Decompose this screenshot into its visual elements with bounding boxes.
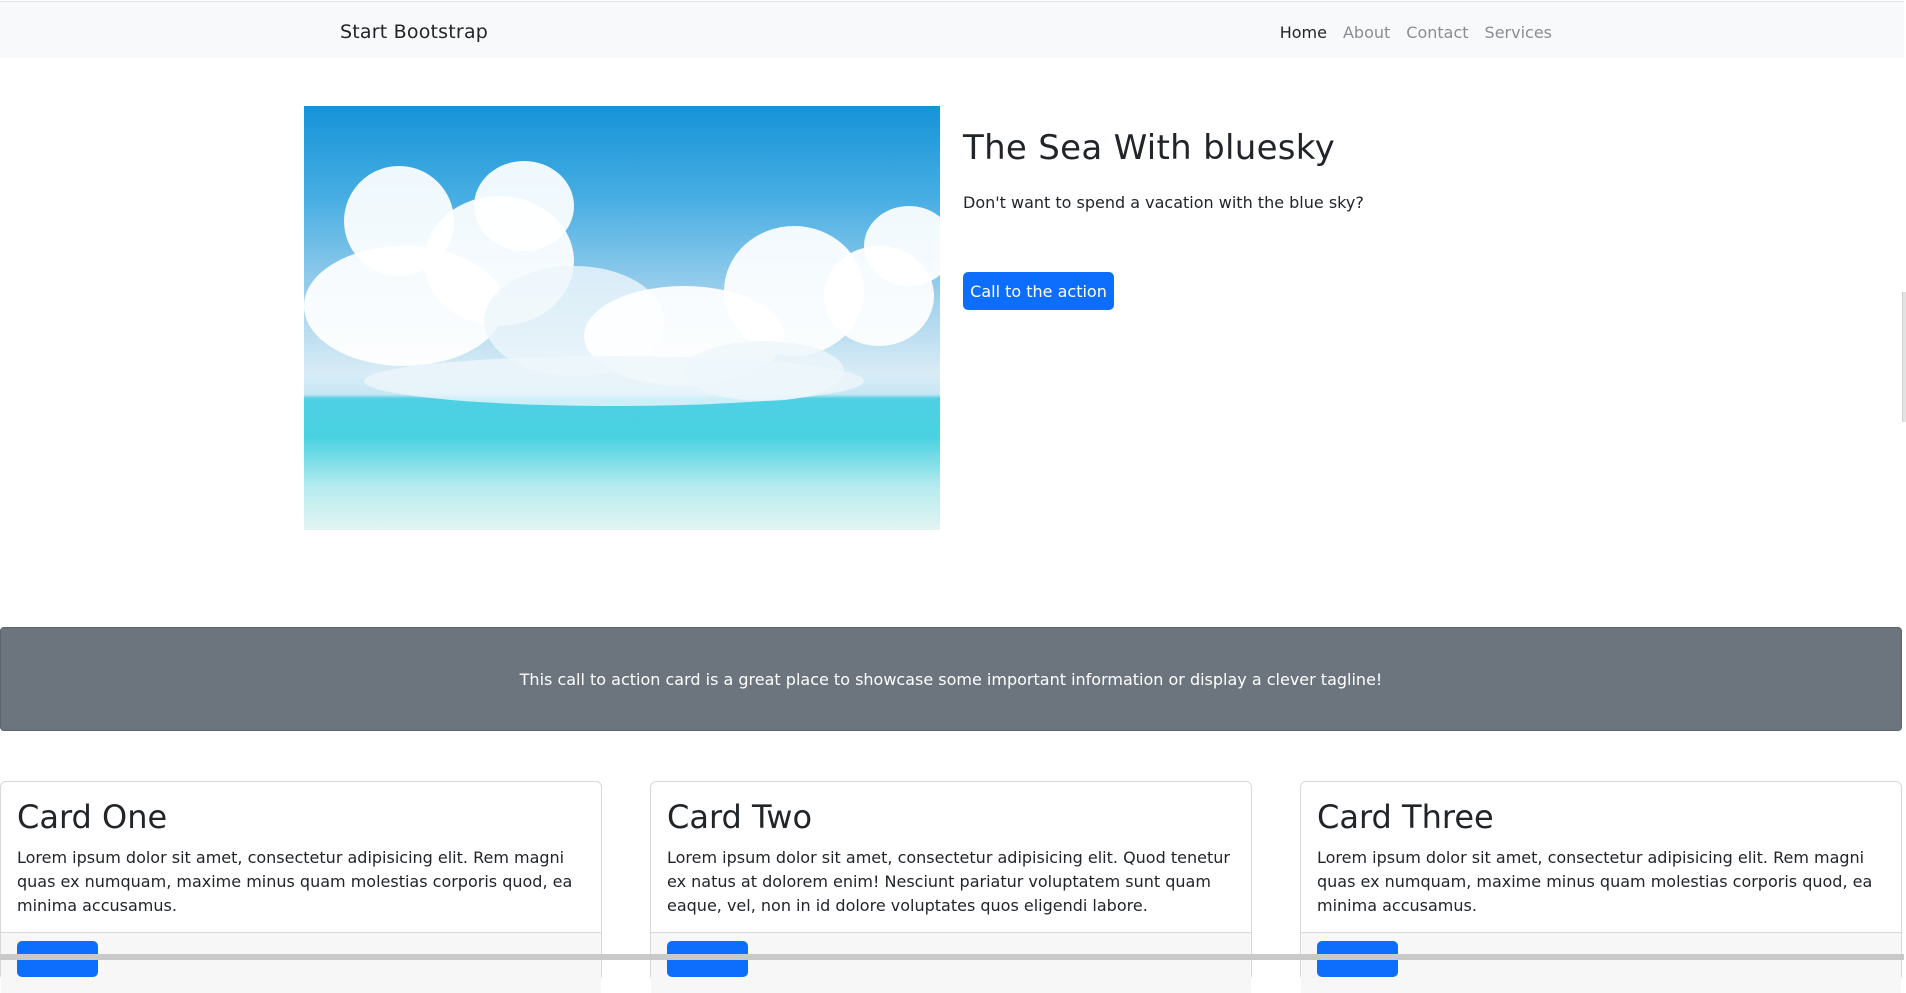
call-to-action-button[interactable]: Call to the action [963,272,1114,310]
navbar: Start Bootstrap Home About Contact Servi… [0,1,1904,58]
hero-image [304,106,940,530]
call-to-action-card: This call to action card is a great plac… [0,627,1902,731]
horizontal-scrollbar[interactable] [0,954,1904,960]
card-text: Lorem ipsum dolor sit amet, consectetur … [1317,848,1873,915]
card-one: Card One Lorem ipsum dolor sit amet, con… [0,781,602,993]
nav-link-about[interactable]: About [1343,23,1390,42]
card-title: Card One [17,798,168,836]
side-panel-edge [1902,292,1906,422]
hero-text: Don't want to spend a vacation with the … [963,193,1364,212]
card-footer [651,932,1251,993]
card-title: Card Two [667,798,813,836]
card-three: Card Three Lorem ipsum dolor sit amet, c… [1300,781,1902,993]
nav-links: Home About Contact Services [1280,23,1552,42]
nav-link-home[interactable]: Home [1280,23,1327,42]
nav-link-contact[interactable]: Contact [1406,23,1468,42]
card-footer [1,932,601,993]
cta-text: This call to action card is a great plac… [519,669,1383,689]
card-text: Lorem ipsum dolor sit amet, consectetur … [17,848,573,915]
navbar-brand[interactable]: Start Bootstrap [340,21,488,43]
nav-link-services[interactable]: Services [1485,23,1552,42]
card-two: Card Two Lorem ipsum dolor sit amet, con… [650,781,1252,993]
hero-title: The Sea With bluesky [963,128,1335,168]
card-title: Card Three [1317,798,1494,836]
card-text: Lorem ipsum dolor sit amet, consectetur … [667,848,1230,915]
card-footer [1301,932,1901,993]
